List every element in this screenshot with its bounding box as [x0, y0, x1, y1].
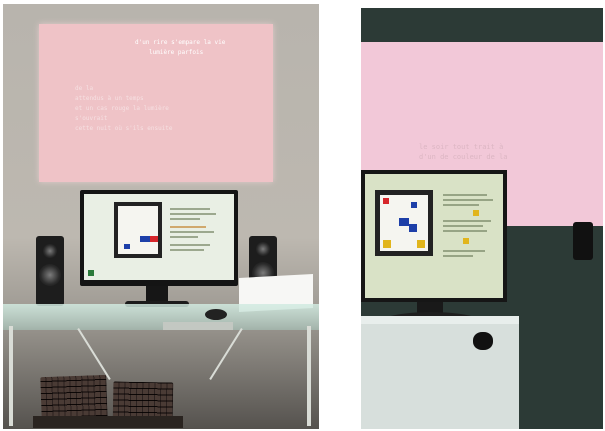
pedestal [361, 324, 519, 429]
taskbar-icon [88, 270, 94, 276]
projected-text-line: et un cas rouge la lumière [75, 105, 169, 112]
speaker-cone [256, 242, 270, 256]
game-block [124, 244, 130, 249]
table-brace [209, 328, 243, 380]
projected-text-line: le soir tout trait à [419, 143, 504, 151]
projected-text-line: cette nuit où s'ils ensuite [75, 125, 173, 132]
table-leg [307, 326, 311, 426]
game-block [150, 236, 158, 242]
game-block [417, 240, 425, 248]
monitor-screen [365, 174, 503, 298]
game-board [114, 202, 162, 258]
game-block [383, 240, 391, 248]
monitor-stand [146, 286, 168, 302]
projected-text-line: de la [75, 85, 94, 92]
game-block [140, 236, 150, 242]
info-text-column [443, 194, 495, 260]
projected-text-line: s'ouvrait [75, 115, 108, 122]
info-text-column [170, 208, 218, 254]
speaker-cone [43, 244, 57, 258]
speaker-cone [39, 264, 61, 286]
speaker-left [36, 236, 64, 306]
keyboard-stack-base [33, 416, 183, 428]
table-edge-reflection [163, 322, 233, 330]
mouse [205, 309, 227, 320]
projected-text-block: le soir tout trait à d'un de couleur de … [419, 142, 508, 162]
table-brace [77, 328, 111, 380]
projected-text-line: d'un rire s'empare la vie [135, 39, 226, 46]
projection-screen-left: d'un rire s'empare la vie lumière parfoi… [39, 24, 273, 182]
game-block [411, 202, 417, 208]
game-board [375, 190, 433, 256]
monitor-screen [84, 194, 234, 280]
game-block [409, 224, 417, 232]
left-photo: d'un rire s'empare la vie lumière parfoi… [3, 4, 319, 429]
projected-text-block: de la attendus à un temps et un cas roug… [75, 84, 173, 134]
wall-speaker [573, 222, 593, 260]
game-block [383, 198, 389, 204]
monitor-right [361, 170, 507, 302]
glass-table [3, 304, 319, 330]
projected-text-line: attendus à un temps [75, 95, 144, 102]
projected-text-line: lumière parfois [149, 49, 204, 56]
right-photo: le soir tout trait à d'un de couleur de … [361, 8, 603, 429]
mouse [473, 332, 493, 350]
monitor-left [80, 190, 238, 286]
projected-text-line: d'un de couleur de la [419, 153, 508, 161]
table-leg [9, 326, 13, 426]
game-block [399, 218, 409, 226]
